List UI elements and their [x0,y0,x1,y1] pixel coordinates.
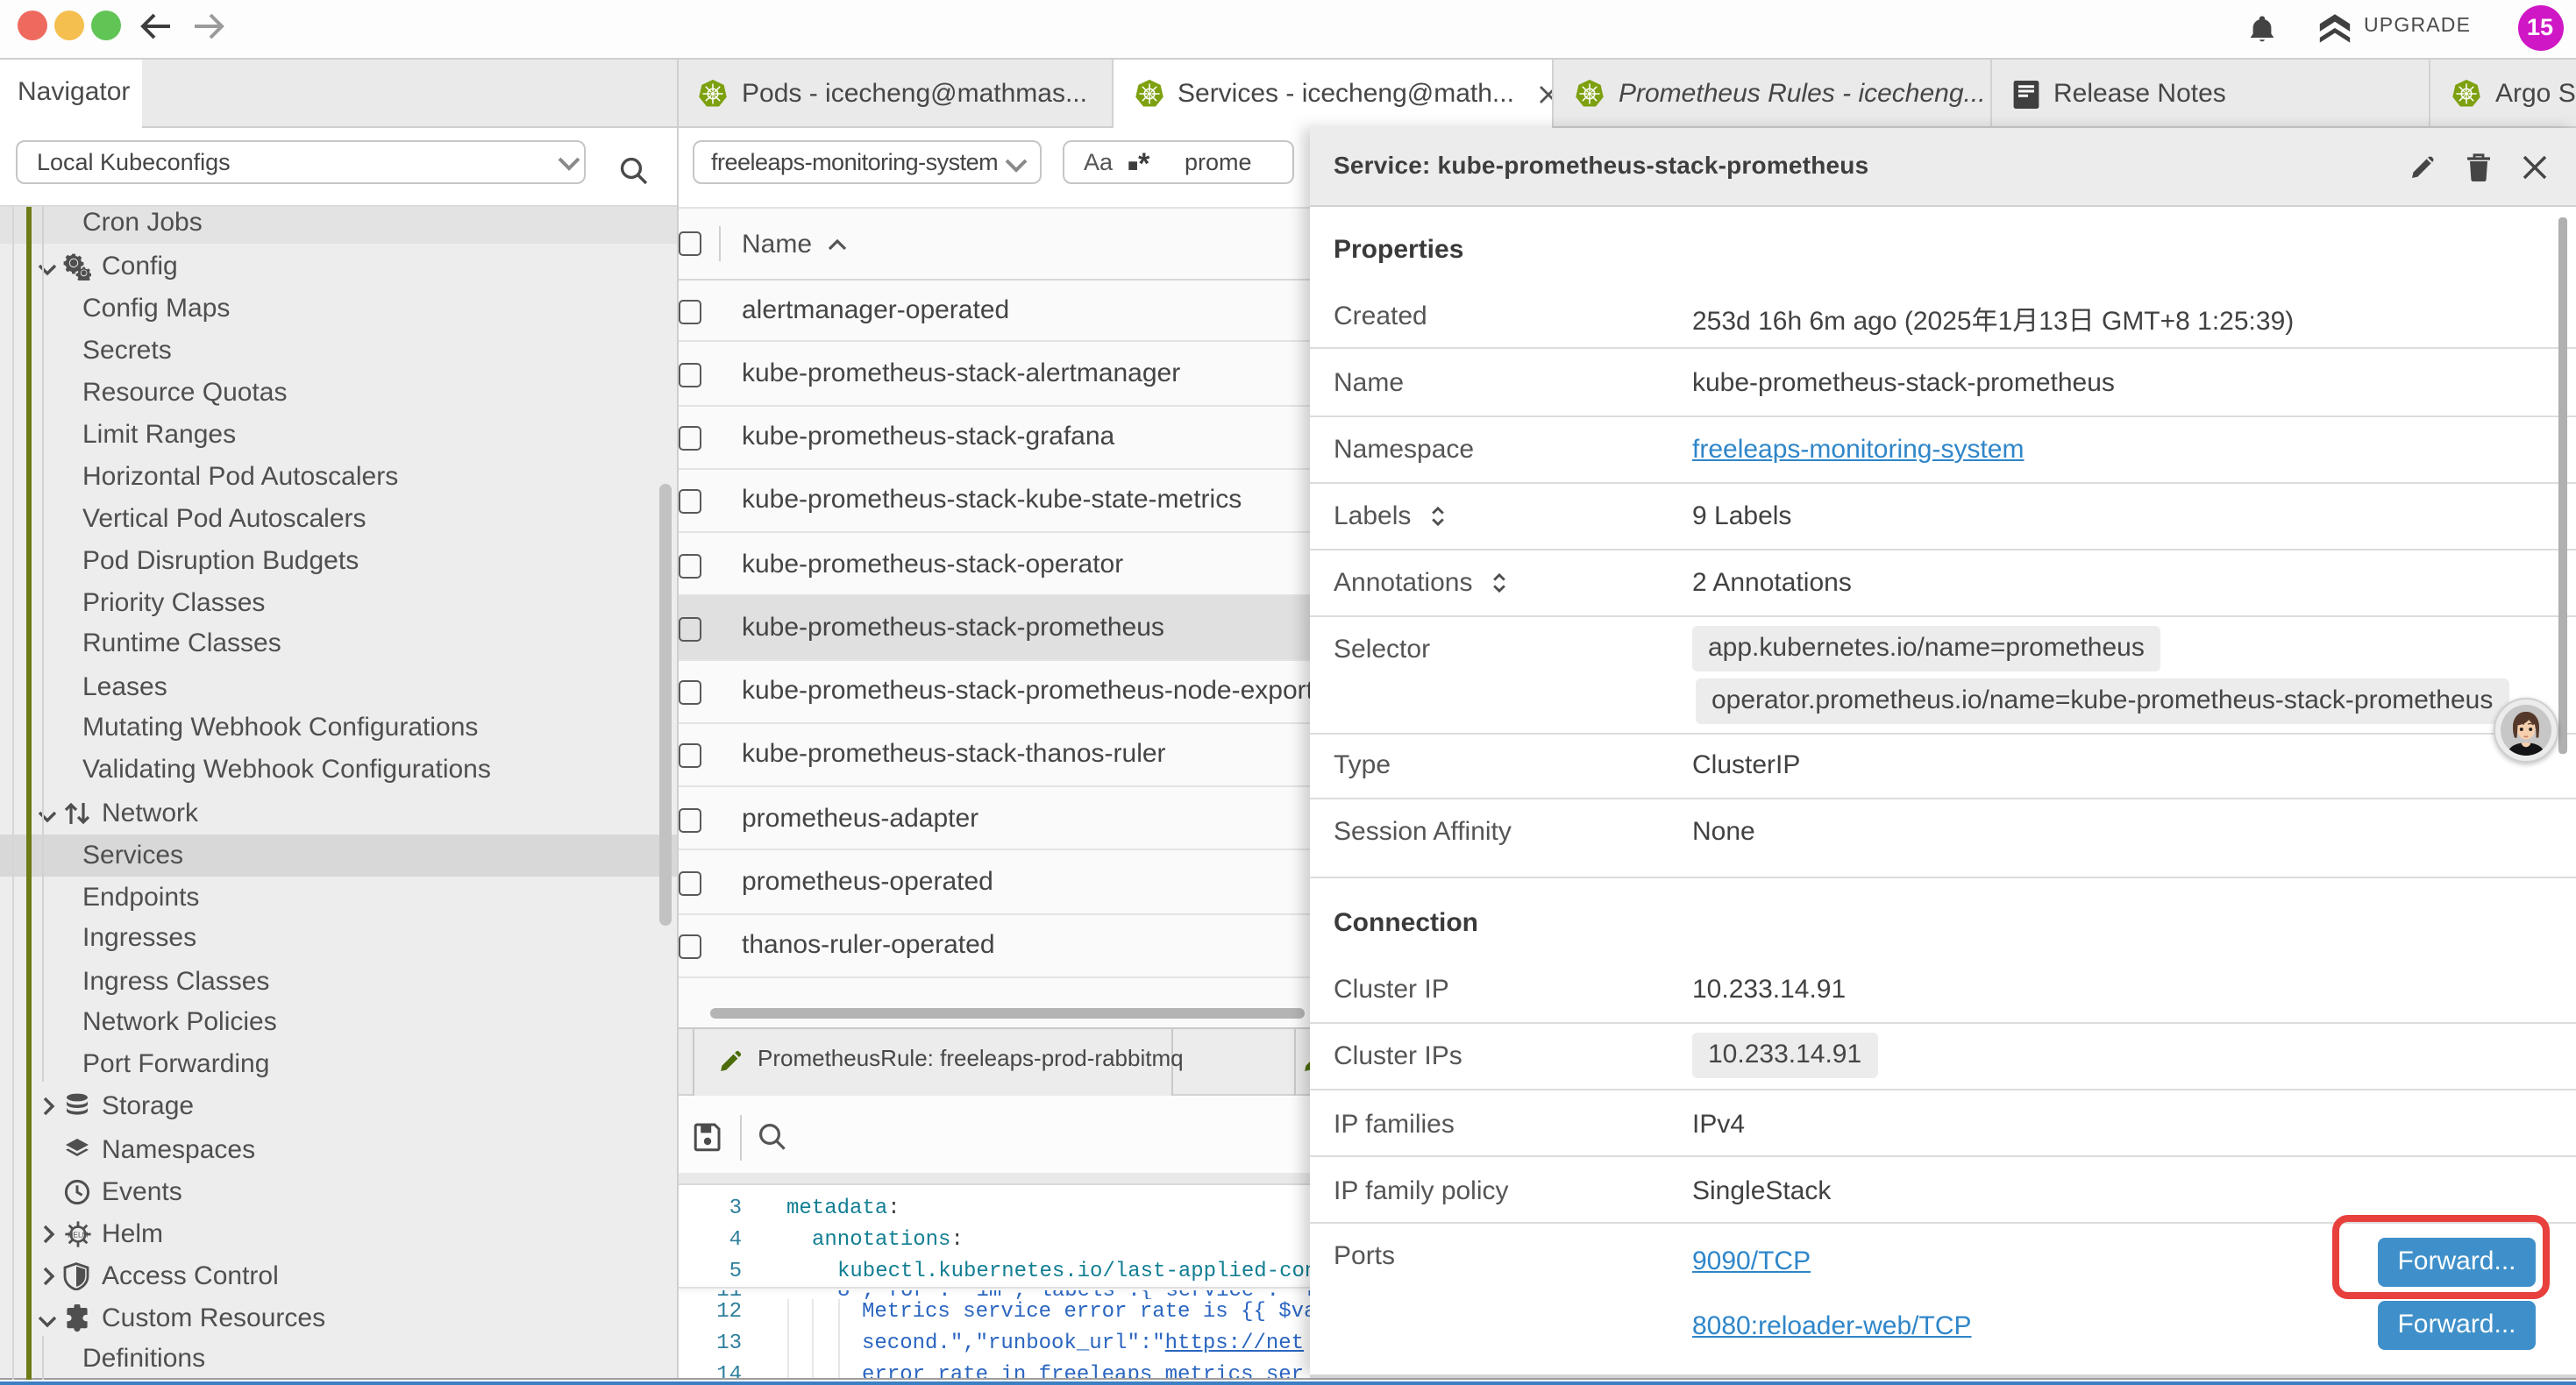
svg-text:HELM: HELM [68,1231,88,1239]
